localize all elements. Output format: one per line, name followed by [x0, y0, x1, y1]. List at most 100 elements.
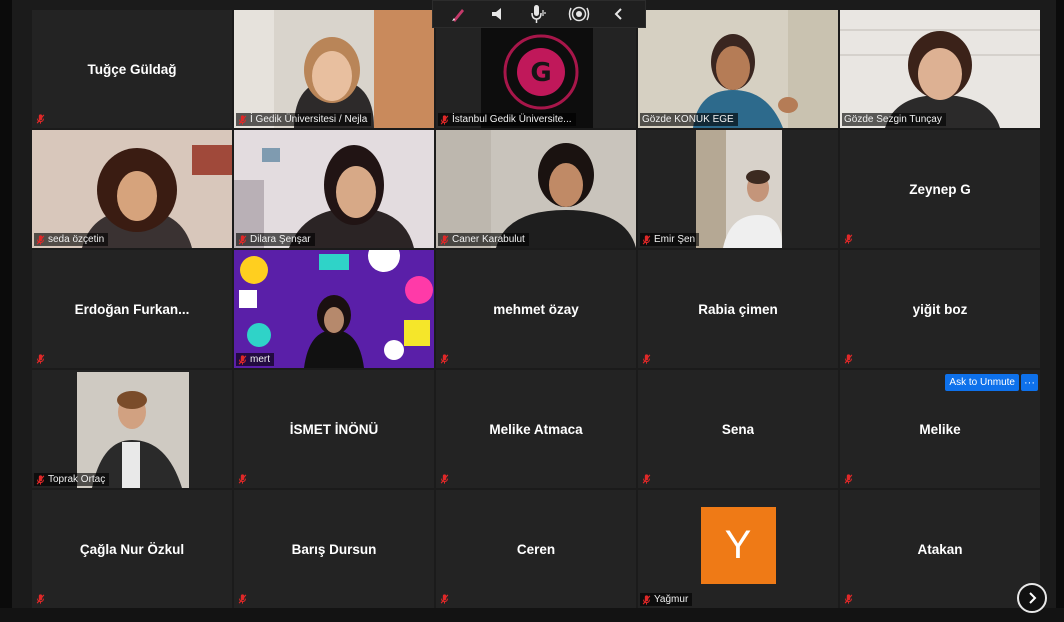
participant-label: Toprak Ortaç — [34, 473, 110, 486]
participant-name: mehmet özay — [493, 301, 579, 317]
participant-label: İ Gedik Üniversitesi / Nejla — [236, 113, 372, 126]
participant-name: İ Gedik Üniversitesi / Nejla — [250, 114, 368, 125]
collapse-chevron-icon[interactable] — [608, 3, 630, 25]
speaker-icon[interactable] — [488, 3, 510, 25]
participant-label: Emir Şen — [640, 233, 700, 246]
participant-name: Gözde Sezgin Tunçay — [844, 114, 942, 125]
floating-toolbar — [432, 0, 646, 28]
participant-name: Emir Şen — [654, 234, 696, 245]
participant-video — [234, 10, 434, 128]
participant-tile-sena[interactable]: Sena — [638, 370, 838, 488]
participant-tile-nejla[interactable]: İ Gedik Üniversitesi / Nejla — [234, 10, 434, 128]
participant-name: Yağmur — [654, 594, 689, 605]
participant-name: Gözde KONUK EGE — [642, 114, 734, 125]
participant-name: Melike Atmaca — [489, 421, 583, 437]
participant-label: Caner Karabulut — [438, 233, 529, 246]
participant-name: İSMET İNÖNÜ — [289, 421, 379, 437]
participant-tile-caner-karabulut[interactable]: Caner Karabulut — [436, 130, 636, 248]
participant-label: mert — [236, 353, 274, 366]
participant-name: Toprak Ortaç — [48, 474, 106, 485]
participant-video — [638, 130, 838, 248]
muted-mic-icon — [844, 594, 853, 604]
muted-mic-icon — [642, 235, 651, 245]
muted-mic-icon — [642, 595, 651, 605]
participant-name: Ceren — [516, 541, 556, 557]
participant-name: Tuğçe Güldağ — [87, 61, 177, 77]
participant-tile-zeynep-g[interactable]: Zeynep G — [840, 130, 1040, 248]
participant-tile-ismet-inonu[interactable]: İSMET İNÖNÜ — [234, 370, 434, 488]
participant-name: Erdoğan Furkan... — [74, 301, 190, 317]
participant-label: Yağmur — [640, 593, 693, 606]
muted-mic-icon — [238, 235, 247, 245]
participant-tile-cagla-nur-ozkul[interactable]: Çağla Nur Özkul — [32, 490, 232, 608]
participant-name: yiğit boz — [912, 301, 968, 317]
participant-tile-mehmet-ozay[interactable]: mehmet özay — [436, 250, 636, 368]
muted-mic-icon — [36, 475, 45, 485]
chevron-right-icon — [1029, 592, 1037, 604]
participant-label: seda özçetin — [34, 233, 109, 246]
participant-tile-gozde-sezgin-tuncay[interactable]: Gözde Sezgin Tunçay — [840, 10, 1040, 128]
participant-name: mert — [250, 354, 270, 365]
muted-mic-icon — [238, 474, 247, 484]
participant-tile-dilara-sensar[interactable]: Dilara Şenşar — [234, 130, 434, 248]
participant-video — [840, 10, 1040, 128]
muted-mic-icon — [440, 354, 449, 364]
more-options-button[interactable]: ··· — [1021, 374, 1038, 391]
muted-mic-icon — [844, 474, 853, 484]
participant-tile-rabia-cimen[interactable]: Rabia çimen — [638, 250, 838, 368]
muted-mic-icon — [440, 474, 449, 484]
participant-tile-atakan[interactable]: Atakan — [840, 490, 1040, 608]
muted-mic-icon — [36, 114, 45, 124]
window-left-edge — [0, 0, 12, 622]
participant-tile-melike[interactable]: Ask to Unmute ··· Melike — [840, 370, 1040, 488]
muted-mic-icon — [440, 235, 449, 245]
window-right-edge — [1056, 0, 1064, 622]
participant-name: İstanbul Gedik Üniversite... — [452, 114, 572, 125]
muted-mic-icon — [36, 354, 45, 364]
participant-name: Dilara Şenşar — [250, 234, 311, 245]
participant-label: Gözde Sezgin Tunçay — [842, 113, 946, 126]
muted-mic-icon — [238, 355, 247, 365]
participant-label: İstanbul Gedik Üniversite... — [438, 113, 576, 126]
annotate-icon[interactable] — [448, 3, 470, 25]
participant-video — [32, 370, 232, 488]
muted-mic-icon — [440, 115, 449, 125]
participant-tile-ceren[interactable]: Ceren — [436, 490, 636, 608]
participant-tile-gozde-konuk-ege[interactable]: Gözde KONUK EGE — [638, 10, 838, 128]
participant-tile-yigit-boz[interactable]: yiğit boz — [840, 250, 1040, 368]
participant-tile-erdogan-furkan[interactable]: Erdoğan Furkan... — [32, 250, 232, 368]
svg-text:G: G — [530, 58, 551, 88]
participant-name: Sena — [721, 421, 755, 437]
participant-video — [32, 130, 232, 248]
participant-video — [234, 250, 434, 368]
participant-tile-emir-sen[interactable]: Emir Şen — [638, 130, 838, 248]
next-page-button[interactable] — [1017, 583, 1047, 613]
participant-name: Çağla Nur Özkul — [79, 541, 185, 557]
microphone-icon[interactable] — [528, 3, 550, 25]
muted-mic-icon — [844, 234, 853, 244]
participant-tile-melike-atmaca[interactable]: Melike Atmaca — [436, 370, 636, 488]
muted-mic-icon — [440, 594, 449, 604]
participant-tile-yagmur[interactable]: Y Yağmur — [638, 490, 838, 608]
gallery-view-grid: Tuğçe Güldağ İ Gedik Üniversitesi / Nejl… — [32, 10, 1040, 608]
participant-name: Caner Karabulut — [452, 234, 525, 245]
broadcast-icon[interactable] — [568, 3, 590, 25]
participant-tile-tugce-guldag[interactable]: Tuğçe Güldağ — [32, 10, 232, 128]
zoom-meeting-window: Tuğçe Güldağ İ Gedik Üniversitesi / Nejl… — [0, 0, 1064, 622]
muted-mic-icon — [642, 474, 651, 484]
participant-name: Melike — [919, 421, 961, 437]
participant-video — [234, 130, 434, 248]
participant-name: Barış Dursun — [291, 541, 377, 557]
participant-video — [436, 130, 636, 248]
bottom-status-bar — [0, 608, 1064, 622]
participant-name: seda özçetin — [48, 234, 105, 245]
participant-tile-mert[interactable]: mert — [234, 250, 434, 368]
muted-mic-icon — [642, 354, 651, 364]
participant-tile-baris-dursun[interactable]: Barış Dursun — [234, 490, 434, 608]
ask-to-unmute-button[interactable]: Ask to Unmute — [945, 374, 1019, 391]
participant-tile-seda-ozcetin[interactable]: seda özçetin — [32, 130, 232, 248]
participant-tile-toprak-ortac[interactable]: Toprak Ortaç — [32, 370, 232, 488]
muted-mic-icon — [844, 354, 853, 364]
participant-name: Zeynep G — [909, 181, 971, 197]
muted-mic-icon — [238, 594, 247, 604]
